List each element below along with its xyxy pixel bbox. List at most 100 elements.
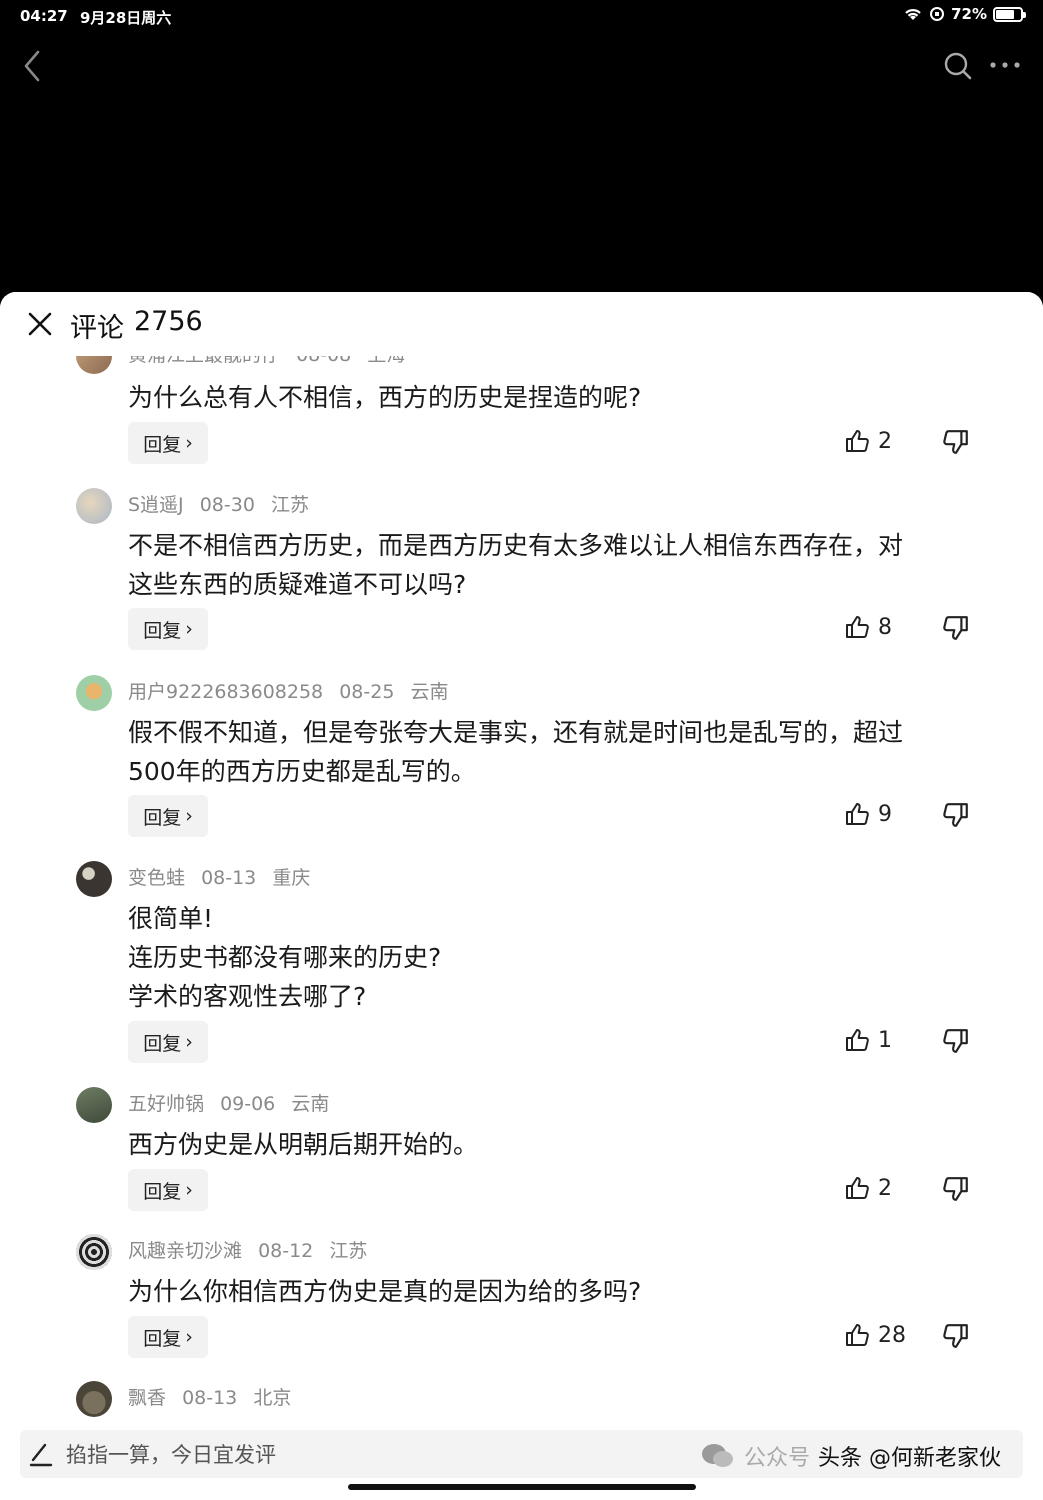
reply-label: 回复 [143,1032,182,1055]
thumbs-up-icon [846,1177,869,1199]
thumbs-down-icon[interactable] [942,428,970,456]
comment-location: 北京 [253,1387,292,1409]
thumbs-down-icon[interactable] [942,1027,970,1055]
home-indicator[interactable] [348,1484,696,1490]
thumbs-up-icon [846,803,869,825]
reply-button[interactable]: 回复 › [128,1316,208,1358]
battery-percent: 72% [951,5,987,23]
like-button[interactable]: 8 [844,614,892,640]
comment-username[interactable]: S逍遥J [128,494,184,516]
comment-meta: 风趣亲切沙滩 08-12 江苏 [128,1236,377,1263]
screen-lock-icon [930,7,945,21]
like-button[interactable]: 1 [844,1027,892,1053]
like-button[interactable]: 2 [844,1175,892,1201]
comment-sheet: 评论 2756 黄浦江上最靓的仔 08-08 上海 为什么总有人不相信，西方的历… [0,292,1043,1500]
reply-button[interactable]: 回复 › [128,795,208,837]
thumbs-up-icon [846,1029,869,1051]
comment-line: 为什么你相信西方伪史是真的是因为给的多吗? [128,1277,642,1306]
chevron-right-icon: › [185,432,193,454]
chevron-right-icon: › [185,805,193,827]
comment-line: 500年的西方历史都是乱写的。 [128,757,476,786]
comment-line: 西方伪史是从明朝后期开始的。 [128,1130,479,1159]
comment-meta: 五好帅锅 09-06 云南 [128,1089,339,1116]
comment-line: 很简单! [128,904,214,933]
reply-label: 回复 [143,619,182,642]
thumbs-down-icon[interactable] [942,1175,970,1203]
comment-username[interactable]: 变色蛙 [128,867,185,889]
status-right: 72% [903,5,1026,23]
reply-button[interactable]: 回复 › [128,1021,208,1063]
avatar[interactable] [76,1381,112,1417]
like-button[interactable]: 9 [844,801,892,827]
reply-label: 回复 [143,1180,182,1203]
comment-location: 云南 [291,1093,330,1115]
like-count: 2 [878,1175,892,1201]
like-count: 1 [878,1027,892,1053]
sheet-title: 评论 2756 [70,306,203,345]
comment-location: 江苏 [329,1240,368,1262]
comment-input-placeholder[interactable]: 掐指一算，今日宜发评 [66,1439,276,1469]
comment-count: 2756 [134,306,203,337]
comment-username[interactable]: 用户9222683608258 [128,681,323,703]
like-button[interactable]: 28 [844,1322,906,1348]
thumbs-down-icon[interactable] [942,801,970,829]
comment-line: 这些东西的质疑难道不可以吗? [128,570,467,599]
comment-location: 江苏 [270,494,309,516]
watermark: 公众号 头条 @何新老家伙 [700,1440,1001,1472]
thumbs-up-icon [846,1324,869,1346]
comment-date: 08-12 [258,1240,314,1262]
close-icon[interactable] [26,310,54,338]
comment-date: 09-06 [220,1093,276,1115]
avatar[interactable] [76,1087,112,1123]
avatar[interactable] [76,1234,112,1270]
reply-button[interactable]: 回复 › [128,1169,208,1211]
comment-meta: 用户9222683608258 08-25 云南 [128,677,458,704]
more-icon[interactable] [988,52,1022,78]
thumbs-down-icon[interactable] [942,1322,970,1350]
comment-meta: S逍遥J 08-30 江苏 [128,490,319,517]
sheet-title-label: 评论 [70,313,124,344]
comment-date: 08-13 [201,867,257,889]
avatar[interactable] [76,488,112,524]
avatar[interactable] [76,675,112,711]
reply-button[interactable]: 回复 › [128,608,208,650]
comment-username[interactable]: 风趣亲切沙滩 [128,1240,242,1262]
comment-username[interactable]: 飘香 [128,1387,166,1409]
comment-location: 云南 [410,681,449,703]
thumbs-up-icon [846,616,869,638]
top-nav [0,40,1043,90]
like-button[interactable]: 2 [844,428,892,454]
chevron-right-icon: › [185,1326,193,1348]
comment-list[interactable]: 黄浦江上最靓的仔 08-08 上海 为什么总有人不相信，西方的历史是捏造的呢? … [0,292,1043,1500]
comment-line: 为什么总有人不相信，西方的历史是捏造的呢? [128,383,642,412]
comment-line: 连历史书都没有哪来的历史? [128,943,442,972]
chevron-right-icon: › [185,618,193,640]
comment-date: 08-13 [182,1387,238,1409]
chevron-right-icon: › [185,1031,193,1053]
comment-line: 不是不相信西方历史，而是西方历史有太多难以让人相信东西存在，对 [128,531,904,560]
comment-meta: 变色蛙 08-13 重庆 [128,863,320,890]
wifi-icon [905,9,921,20]
reply-label: 回复 [143,1327,182,1350]
comment-text: 为什么总有人不相信，西方的历史是捏造的呢? [128,378,978,417]
thumbs-up-icon [846,430,869,452]
chevron-right-icon: › [185,1179,193,1201]
search-icon[interactable] [942,50,974,82]
back-icon[interactable] [18,48,48,84]
reply-label: 回复 [143,433,182,456]
reply-label: 回复 [143,806,182,829]
comment-username[interactable]: 五好帅锅 [128,1093,204,1115]
pen-icon [29,1443,53,1467]
like-count: 9 [878,801,892,827]
avatar[interactable] [76,861,112,897]
watermark-prefix: 公众号 [744,1446,811,1471]
like-count: 8 [878,614,892,640]
battery-icon [993,6,1026,22]
thumbs-down-icon[interactable] [942,614,970,642]
reply-button[interactable]: 回复 › [128,422,208,464]
wechat-icon [702,1444,733,1467]
like-count: 2 [878,428,892,454]
like-count: 28 [878,1322,906,1348]
comment-location: 重庆 [272,867,311,889]
comment-line: 假不假不知道，但是夸张夸大是事实，还有就是时间也是乱写的，超过 [128,718,904,747]
